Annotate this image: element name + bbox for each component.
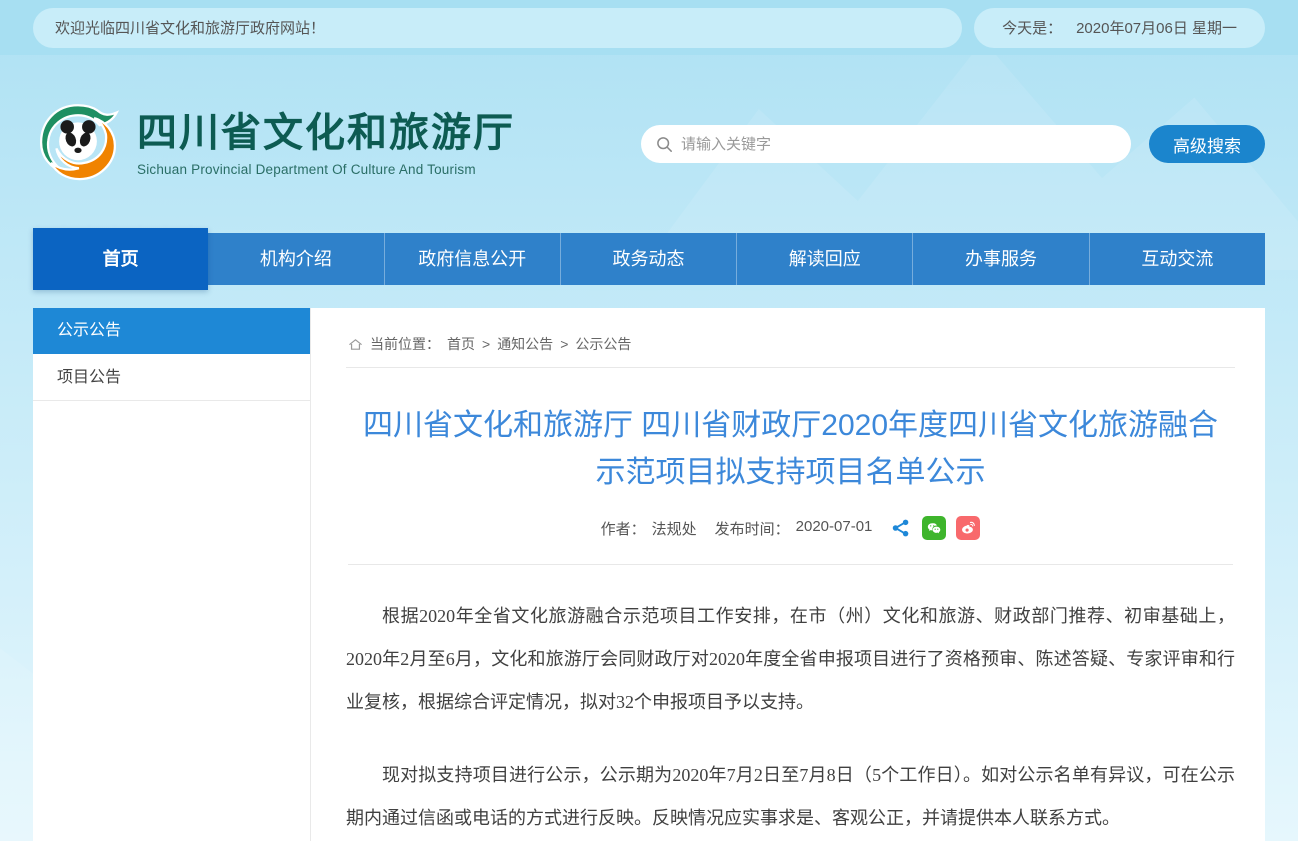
breadcrumb-location-label: 当前位置： [370, 334, 440, 354]
sidebar-menu: 公示公告 项目公告 [33, 308, 311, 841]
breadcrumb-separator: > [482, 336, 490, 352]
today-date: 2020年07月06日 星期一 [1076, 17, 1237, 38]
share-toolbar [890, 516, 980, 540]
publish-time-value: 2020-07-01 [796, 518, 873, 539]
main-navigation: 首页 机构介绍 政府信息公开 政务动态 解读回应 办事服务 互动交流 [33, 233, 1265, 285]
home-icon [348, 337, 363, 352]
article-title: 四川省文化和旅游厅 四川省财政厅2020年度四川省文化旅游融合示范项目拟支持项目… [354, 402, 1227, 496]
site-logo-link[interactable]: 四川省文化和旅游厅 Sichuan Provincial Department … [33, 99, 515, 189]
nav-item-home[interactable]: 首页 [33, 228, 208, 290]
meta-divider [348, 564, 1233, 565]
date-banner: 今天是： 2020年07月06日 星期一 [974, 8, 1265, 48]
top-bar: 欢迎光临四川省文化和旅游厅政府网站！ 今天是： 2020年07月06日 星期一 [0, 0, 1298, 55]
nav-item-services[interactable]: 办事服务 [912, 233, 1088, 285]
share-nodes-icon [890, 517, 912, 539]
search-box[interactable] [641, 125, 1131, 163]
publish-time-label: 发布时间： [715, 518, 790, 539]
magnifier-icon [656, 136, 673, 153]
advanced-search-button[interactable]: 高级搜索 [1149, 125, 1265, 163]
article-panel: 当前位置： 首页 > 通知公告 > 公示公告 四川省文化和旅游厅 四川省财政厅2… [311, 308, 1265, 841]
weibo-icon [959, 519, 977, 537]
breadcrumb-link-notices[interactable]: 通知公告 [497, 334, 553, 354]
share-icon[interactable] [890, 517, 912, 539]
nav-item-organization[interactable]: 机构介绍 [208, 233, 383, 285]
nav-item-interpretation[interactable]: 解读回应 [736, 233, 912, 285]
breadcrumb-link-home[interactable]: 首页 [447, 334, 475, 354]
today-label: 今天是： [1002, 17, 1062, 38]
site-header: 四川省文化和旅游厅 Sichuan Provincial Department … [0, 55, 1298, 233]
author-label: 作者： [601, 518, 646, 539]
site-name: 四川省文化和旅游厅 [137, 111, 515, 155]
welcome-text: 欢迎光临四川省文化和旅游厅政府网站！ [55, 17, 325, 38]
article-meta: 作者： 法规处 发布时间： 2020-07-01 [346, 516, 1235, 540]
breadcrumb-link-public-notices[interactable]: 公示公告 [575, 334, 631, 354]
wechat-icon [925, 519, 943, 537]
weibo-share-button[interactable] [956, 516, 980, 540]
site-name-english: Sichuan Provincial Department Of Culture… [137, 162, 515, 177]
main-area: 公示公告 项目公告 当前位置： 首页 > 通知公告 > 公示公告 四川省文化和旅… [33, 308, 1265, 841]
nav-item-gov-info[interactable]: 政府信息公开 [384, 233, 560, 285]
breadcrumb: 当前位置： 首页 > 通知公告 > 公示公告 [346, 308, 1235, 368]
article-body: 根据2020年全省文化旅游融合示范项目工作安排，在市（州）文化和旅游、财政部门推… [346, 595, 1235, 840]
panda-swirl-logo-icon [33, 99, 123, 189]
welcome-banner: 欢迎光临四川省文化和旅游厅政府网站！ [33, 8, 962, 48]
nav-item-gov-news[interactable]: 政务动态 [560, 233, 736, 285]
wechat-share-button[interactable] [922, 516, 946, 540]
search-area: 高级搜索 [641, 125, 1265, 163]
article-paragraph: 现对拟支持项目进行公示，公示期为2020年7月2日至7月8日（5个工作日）。如对… [346, 754, 1235, 840]
breadcrumb-separator: > [560, 336, 568, 352]
article-paragraph: 根据2020年全省文化旅游融合示范项目工作安排，在市（州）文化和旅游、财政部门推… [346, 595, 1235, 724]
search-input[interactable] [681, 136, 1116, 153]
sidebar-item-public-notices[interactable]: 公示公告 [33, 308, 310, 354]
author-value: 法规处 [652, 518, 697, 539]
sidebar-item-project-notices[interactable]: 项目公告 [33, 354, 310, 401]
nav-item-interaction[interactable]: 互动交流 [1089, 233, 1265, 285]
